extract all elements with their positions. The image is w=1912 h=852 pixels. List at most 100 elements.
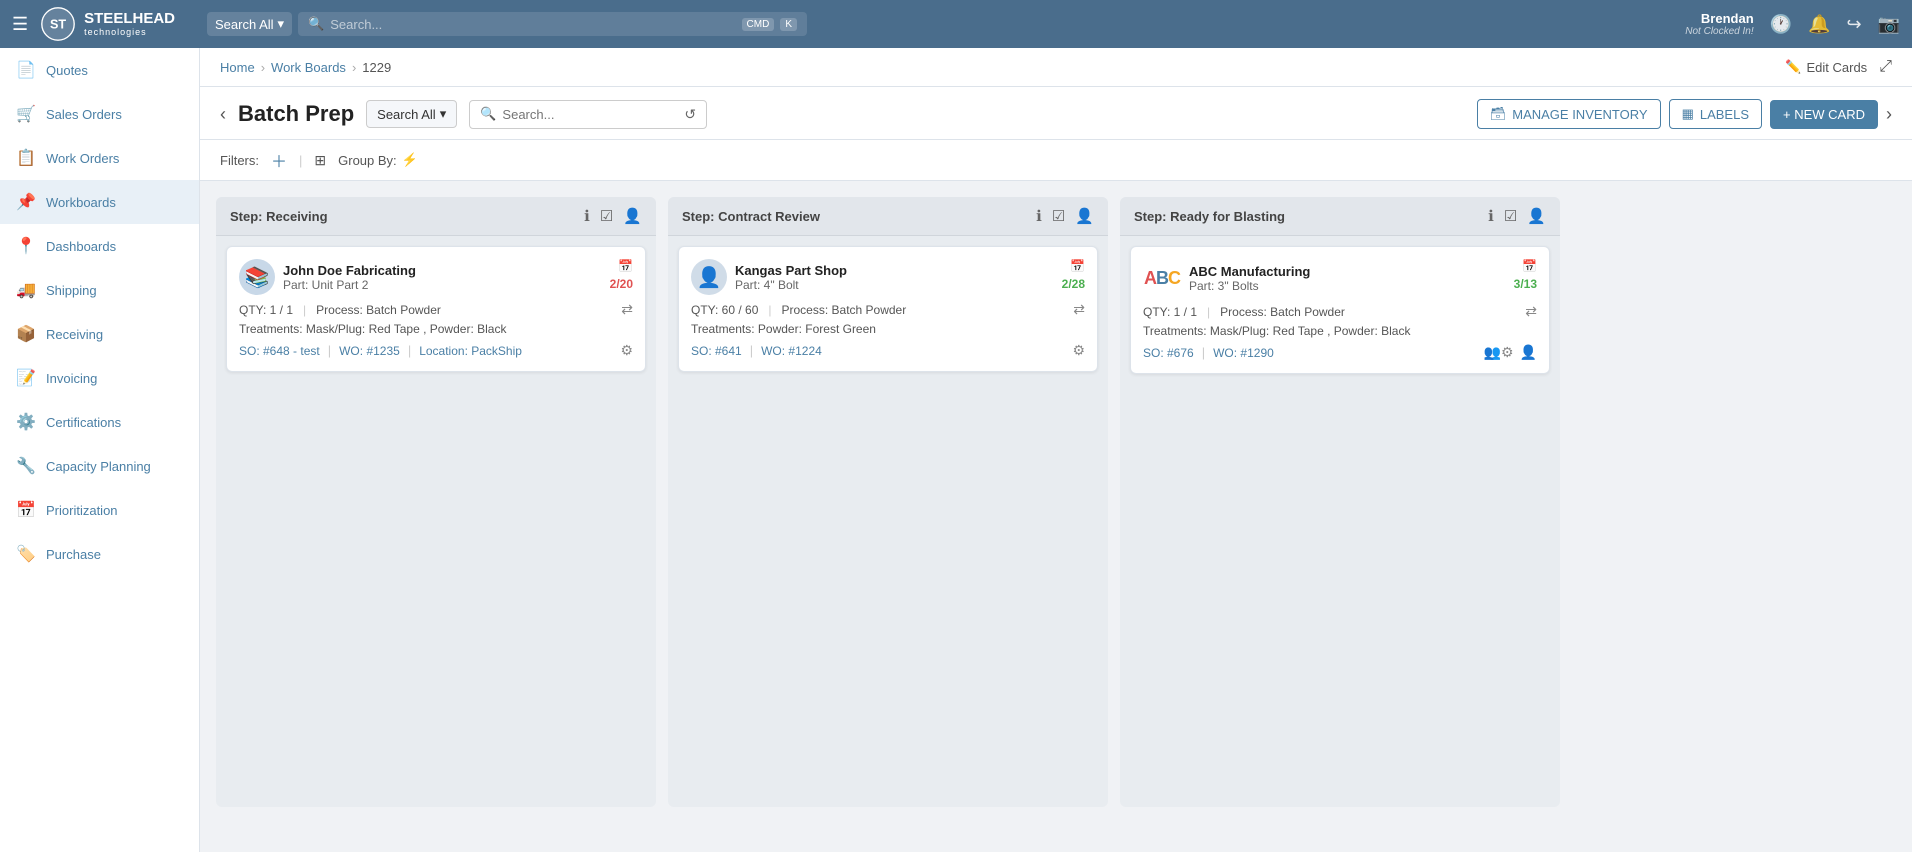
- main-content: Home › Work Boards › 1229 ✏️ Edit Cards …: [200, 48, 1912, 852]
- breadcrumb-current: 1229: [362, 60, 391, 75]
- col-info-icon-receiving[interactable]: ℹ: [584, 207, 590, 225]
- global-search-input[interactable]: [330, 17, 735, 32]
- col-title-contract-review: Step: Contract Review: [682, 209, 820, 224]
- board-nav-prev[interactable]: ‹: [220, 104, 226, 125]
- col-checklist-icon-blasting[interactable]: ☑: [1504, 207, 1517, 225]
- card-avatar-stack: 📚: [239, 259, 275, 295]
- card-customer: 📚 John Doe Fabricating Part: Unit Part 2: [239, 259, 416, 295]
- card-qty: QTY: 1 / 1: [239, 303, 293, 317]
- col-info-icon-contract[interactable]: ℹ: [1036, 207, 1042, 225]
- card-treatments: Treatments: Powder: Forest Green: [691, 322, 1085, 336]
- card-so-link[interactable]: SO: #648 - test: [239, 344, 320, 358]
- card-location-link[interactable]: Location: PackShip: [419, 344, 522, 358]
- top-navigation: ☰ ST STEELHEAD technologies Search All ▾…: [0, 0, 1912, 48]
- board-search-all-btn[interactable]: Search All ▾: [366, 100, 457, 128]
- global-search-box: 🔍 CMD K: [298, 12, 807, 36]
- board-search-input[interactable]: [502, 107, 678, 122]
- breadcrumb-home[interactable]: Home: [220, 60, 255, 75]
- sidebar-item-sales-orders[interactable]: 🛒 Sales Orders: [0, 92, 199, 136]
- sidebar-item-work-orders[interactable]: 📋 Work Orders: [0, 136, 199, 180]
- kanban-col-receiving: Step: Receiving ℹ ☑ 👤 📚 John Doe Fabrica…: [216, 197, 656, 807]
- sidebar-label-certifications: Certifications: [46, 415, 121, 430]
- sidebar-item-certifications[interactable]: ⚙️ Certifications: [0, 400, 199, 444]
- sidebar-label-shipping: Shipping: [46, 283, 97, 298]
- col-person-icon-receiving[interactable]: 👤: [623, 207, 642, 225]
- add-filter-button[interactable]: ＋: [271, 148, 287, 172]
- card-qty-row: QTY: 60 / 60 | Process: Batch Powder ⇄: [691, 301, 1085, 318]
- sidebar-item-quotes[interactable]: 📄 Quotes: [0, 48, 199, 92]
- sidebar-label-quotes: Quotes: [46, 63, 88, 78]
- board-search-icon: 🔍: [480, 106, 496, 122]
- kanban-col-contract-review: Step: Contract Review ℹ ☑ 👤 👤 Kangas Par…: [668, 197, 1108, 807]
- card-header: 👤 Kangas Part Shop Part: 4" Bolt 📅 2/28: [691, 259, 1085, 295]
- board-nav-next[interactable]: ›: [1886, 104, 1892, 125]
- sidebar-item-purchase[interactable]: 🏷️ Purchase: [0, 532, 199, 576]
- col-header-icons-blasting: ℹ ☑ 👤: [1488, 207, 1546, 225]
- kanban-card: 📚 John Doe Fabricating Part: Unit Part 2…: [226, 246, 646, 372]
- card-part: Part: 3" Bolts: [1189, 279, 1310, 293]
- sales-orders-icon: 🛒: [16, 104, 36, 124]
- calendar-icon-contract: 📅: [1070, 259, 1085, 273]
- card-treatments: Treatments: Mask/Plug: Red Tape , Powder…: [239, 322, 633, 336]
- col-person-icon-blasting[interactable]: 👤: [1527, 207, 1546, 225]
- card-customer-name: Kangas Part Shop: [735, 263, 847, 278]
- sidebar-item-dashboards[interactable]: 📍 Dashboards: [0, 224, 199, 268]
- card-so-link[interactable]: SO: #641: [691, 344, 742, 358]
- card-wo-link[interactable]: WO: #1235: [339, 344, 400, 358]
- bell-icon[interactable]: 🔔: [1808, 14, 1830, 35]
- transfer-icon: ⇄: [1073, 301, 1085, 318]
- sidebar-item-invoicing[interactable]: 📝 Invoicing: [0, 356, 199, 400]
- labels-button[interactable]: ▦ LABELS: [1669, 99, 1762, 129]
- user-name: Brendan: [1685, 11, 1753, 26]
- breadcrumb: Home › Work Boards › 1229: [220, 60, 391, 75]
- sidebar-item-capacity-planning[interactable]: 🔧 Capacity Planning: [0, 444, 199, 488]
- sidebar: 📄 Quotes 🛒 Sales Orders 📋 Work Orders 📌 …: [0, 48, 200, 852]
- kbd-cmd: CMD: [742, 18, 775, 31]
- clock-icon[interactable]: 🕐: [1770, 14, 1792, 35]
- card-treatments: Treatments: Mask/Plug: Red Tape , Powder…: [1143, 324, 1537, 338]
- sidebar-label-purchase: Purchase: [46, 547, 101, 562]
- col-title-receiving: Step: Receiving: [230, 209, 328, 224]
- search-dropdown-btn[interactable]: Search All ▾: [207, 12, 292, 36]
- sidebar-item-shipping[interactable]: 🚚 Shipping: [0, 268, 199, 312]
- manage-inventory-button[interactable]: 🗃 MANAGE INVENTORY: [1477, 99, 1661, 129]
- col-checklist-icon-contract[interactable]: ☑: [1052, 207, 1065, 225]
- card-links: SO: #641 | WO: #1224 ⚙: [691, 342, 1085, 359]
- sidebar-item-receiving[interactable]: 📦 Receiving: [0, 312, 199, 356]
- edit-pencil-icon: ✏️: [1785, 59, 1801, 75]
- card-wo-link[interactable]: WO: #1224: [761, 344, 822, 358]
- sidebar-item-prioritization[interactable]: 📅 Prioritization: [0, 488, 199, 532]
- col-header-icons-contract-review: ℹ ☑ 👤: [1036, 207, 1094, 225]
- expand-icon[interactable]: ⤢: [1879, 58, 1892, 76]
- col-info-icon-blasting[interactable]: ℹ: [1488, 207, 1494, 225]
- card-so-link[interactable]: SO: #676: [1143, 346, 1194, 360]
- kanban-card: 👤 Kangas Part Shop Part: 4" Bolt 📅 2/28: [678, 246, 1098, 372]
- kanban-cards-receiving: 📚 John Doe Fabricating Part: Unit Part 2…: [216, 236, 656, 382]
- group-by-label: Group By:: [338, 153, 397, 168]
- card-header: 📚 John Doe Fabricating Part: Unit Part 2…: [239, 259, 633, 295]
- kanban-col-ready-for-blasting: Step: Ready for Blasting ℹ ☑ 👤 ABC: [1120, 197, 1560, 807]
- transfer-icon: ⇄: [1525, 303, 1537, 320]
- kanban-cards-blasting: ABC ABC Manufacturing Part: 3" Bolts 📅 3…: [1120, 236, 1560, 384]
- card-part: Part: Unit Part 2: [283, 278, 416, 292]
- user-info: Brendan Not Clocked In!: [1685, 11, 1753, 37]
- col-header-contract-review: Step: Contract Review ℹ ☑ 👤: [668, 197, 1108, 236]
- logo-name: STEELHEAD: [84, 11, 175, 28]
- camera-icon[interactable]: 📷: [1878, 14, 1900, 35]
- group-by-icon: ⚡: [402, 152, 418, 168]
- col-person-icon-contract[interactable]: 👤: [1075, 207, 1094, 225]
- new-card-button[interactable]: + NEW CARD: [1770, 100, 1878, 129]
- col-checklist-icon-receiving[interactable]: ☑: [600, 207, 613, 225]
- hamburger-menu[interactable]: ☰: [12, 14, 28, 35]
- topnav-right: Brendan Not Clocked In! 🕐 🔔 ↪ 📷: [1685, 11, 1900, 37]
- card-wo-link[interactable]: WO: #1290: [1213, 346, 1274, 360]
- refresh-button[interactable]: ↺: [684, 106, 696, 123]
- edit-cards-button[interactable]: ✏️ Edit Cards: [1785, 59, 1867, 75]
- breadcrumb-work-boards[interactable]: Work Boards: [271, 60, 346, 75]
- card-qty-row: QTY: 1 / 1 | Process: Batch Powder ⇄: [239, 301, 633, 318]
- group-by-button[interactable]: Group By: ⚡: [338, 152, 418, 168]
- capacity-planning-icon: 🔧: [16, 456, 36, 476]
- card-date-contract: 📅 2/28: [1062, 259, 1085, 291]
- logout-icon[interactable]: ↪: [1846, 14, 1861, 35]
- sidebar-item-workboards[interactable]: 📌 Workboards: [0, 180, 199, 224]
